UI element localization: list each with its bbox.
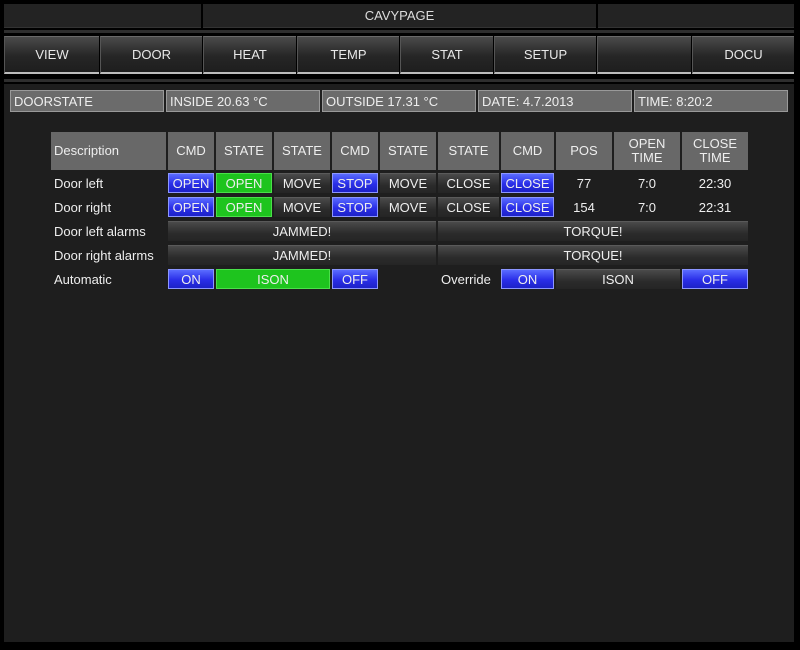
row-label-door-right: Door right (54, 199, 112, 215)
door-left-open-button[interactable]: OPEN (168, 173, 214, 193)
door-right-move-state: MOVE (274, 197, 330, 217)
row-label-door-right-alarms: Door right alarms (54, 247, 154, 263)
status-inside-temp: INSIDE 20.63 °C (166, 90, 320, 112)
automatic-off-button[interactable]: OFF (332, 269, 378, 289)
nav-view-button[interactable]: VIEW (4, 36, 99, 74)
header-description: Description (51, 132, 166, 170)
header-cmd: CMD (168, 132, 214, 170)
override-off-button[interactable]: OFF (682, 269, 748, 289)
door-right-close-time: 22:31 (698, 199, 732, 215)
nav-empty-button[interactable] (597, 36, 691, 74)
door-right-stop-button[interactable]: STOP (332, 197, 378, 217)
door-left-open-state: OPEN (216, 173, 272, 193)
nav-heat-button[interactable]: HEAT (203, 36, 296, 74)
page-title: CAVYPAGE (203, 4, 596, 28)
status-outside-temp: OUTSIDE 17.31 °C (322, 90, 476, 112)
nav-door-button[interactable]: DOOR (100, 36, 202, 74)
title-right-panel (598, 4, 794, 28)
door-left-torque-alarm: TORQUE! (438, 221, 748, 241)
nav-docu-button[interactable]: DOCU (692, 36, 794, 74)
header-open-time: OPEN TIME (614, 132, 680, 170)
door-left-open-time: 7:0 (637, 175, 657, 191)
title-divider (4, 30, 794, 33)
row-label-door-left: Door left (54, 175, 104, 191)
door-right-open-state: OPEN (216, 197, 272, 217)
header-cmd: CMD (501, 132, 554, 170)
door-right-jammed-alarm: JAMMED! (168, 245, 436, 265)
header-state: STATE (216, 132, 272, 170)
override-label: Override (441, 271, 491, 287)
door-right-open-time: 7:0 (637, 199, 657, 215)
header-pos: POS (556, 132, 612, 170)
door-left-close-state: CLOSE (438, 173, 499, 193)
status-page-name: DOORSTATE (10, 90, 164, 112)
nav-setup-button[interactable]: SETUP (494, 36, 596, 74)
override-ison-state: ISON (556, 269, 680, 289)
door-left-stop-button[interactable]: STOP (332, 173, 378, 193)
header-state: STATE (274, 132, 330, 170)
row-label-door-left-alarms: Door left alarms (54, 223, 146, 239)
header-close-time: CLOSE TIME (682, 132, 748, 170)
door-right-open-button[interactable]: OPEN (168, 197, 214, 217)
row-label-automatic: Automatic (54, 271, 112, 287)
nav-temp-button[interactable]: TEMP (297, 36, 399, 74)
override-on-button[interactable]: ON (501, 269, 554, 289)
door-right-torque-alarm: TORQUE! (438, 245, 748, 265)
door-right-close-button[interactable]: CLOSE (501, 197, 554, 217)
door-left-move-state: MOVE (274, 173, 330, 193)
door-left-close-button[interactable]: CLOSE (501, 173, 554, 193)
door-right-pos: 154 (573, 199, 595, 215)
title-left-panel (4, 4, 201, 28)
header-cmd: CMD (332, 132, 378, 170)
door-right-close-state: CLOSE (438, 197, 499, 217)
door-left-jammed-alarm: JAMMED! (168, 221, 436, 241)
automatic-on-button[interactable]: ON (168, 269, 214, 289)
door-right-move-state-2: MOVE (380, 197, 436, 217)
door-left-close-time: 22:30 (698, 175, 732, 191)
door-left-move-state-2: MOVE (380, 173, 436, 193)
nav-stat-button[interactable]: STAT (400, 36, 493, 74)
status-time: TIME: 8:20:2 (634, 90, 788, 112)
status-date: DATE: 4.7.2013 (478, 90, 632, 112)
automatic-ison-state: ISON (216, 269, 330, 289)
header-state: STATE (380, 132, 436, 170)
nav-divider (4, 79, 794, 82)
header-state: STATE (438, 132, 499, 170)
door-left-pos: 77 (576, 175, 592, 191)
